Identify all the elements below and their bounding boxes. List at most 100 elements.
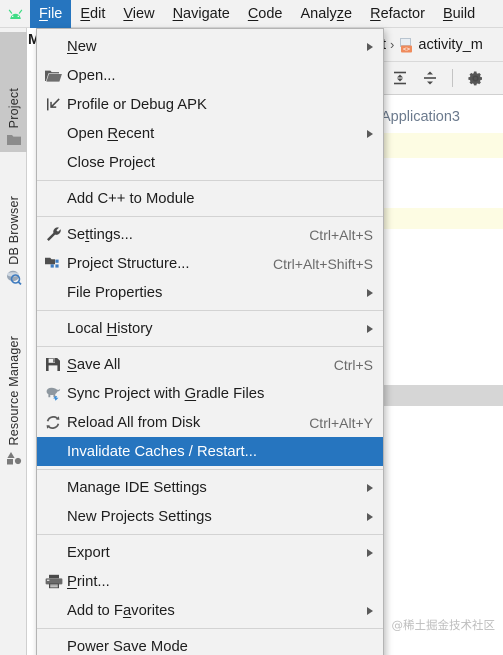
menu-item-file-properties[interactable]: File Properties bbox=[37, 278, 383, 307]
floppy-save-icon bbox=[45, 355, 67, 375]
tool-window-rail: Project DB Browser Resource Manager bbox=[0, 28, 27, 655]
collapse-all-icon[interactable] bbox=[422, 70, 438, 86]
menu-item-open[interactable]: Open... bbox=[37, 61, 383, 90]
menubar-item-refactor[interactable]: Refactor bbox=[361, 0, 434, 28]
menubar-item-build[interactable]: Build bbox=[434, 0, 484, 28]
submenu-arrow-icon bbox=[367, 324, 373, 333]
gear-icon[interactable] bbox=[467, 70, 484, 87]
editor-highlight-band bbox=[383, 208, 503, 229]
menu-item-shortcut: Ctrl+Alt+Shift+S bbox=[273, 255, 373, 272]
folder-icon bbox=[6, 133, 21, 146]
submenu-arrow-icon bbox=[367, 129, 373, 138]
menu-item-icon-placeholder bbox=[45, 478, 67, 498]
sidebar-item-db-browser[interactable]: DB Browser bbox=[0, 156, 27, 291]
menu-item-label: New bbox=[67, 38, 97, 55]
sidebar-item-label: Resource Manager bbox=[6, 336, 21, 446]
menu-item-power-save-mode[interactable]: Power Save Mode bbox=[37, 632, 383, 655]
menu-separator bbox=[37, 310, 383, 311]
menu-item-shortcut: Ctrl+Alt+Y bbox=[309, 414, 373, 431]
menubar-item-edit[interactable]: Edit bbox=[71, 0, 114, 28]
menu-item-icon-placeholder bbox=[45, 601, 67, 621]
menu-item-add-to-favorites[interactable]: Add to Favorites bbox=[37, 596, 383, 625]
menu-item-open-recent[interactable]: Open Recent bbox=[37, 119, 383, 148]
menu-separator bbox=[37, 469, 383, 470]
xml-layout-file-icon: <> bbox=[398, 37, 414, 53]
menubar-item-label: Edit bbox=[80, 5, 106, 22]
menubar-item-label: Navigate bbox=[172, 5, 230, 22]
breadcrumb-file-name: activity_m bbox=[418, 36, 483, 53]
menu-item-save-all[interactable]: Save All Ctrl+S bbox=[37, 350, 383, 379]
menu-item-new[interactable]: New bbox=[37, 32, 383, 61]
menu-item-label: Profile or Debug APK bbox=[67, 96, 207, 113]
menubar-item-navigate[interactable]: Navigate bbox=[164, 0, 239, 28]
menubar-item-file[interactable]: File bbox=[30, 0, 72, 28]
menu-item-sync-project-with-gradle-files[interactable]: Sync Project with Gradle Files bbox=[37, 379, 383, 408]
menu-item-close-project[interactable]: Close Project bbox=[37, 148, 383, 177]
submenu-arrow-icon bbox=[367, 512, 373, 521]
editor-selection-band bbox=[383, 385, 503, 406]
menu-item-label: Export bbox=[67, 544, 110, 561]
menu-item-local-history[interactable]: Local History bbox=[37, 314, 383, 343]
submenu-arrow-icon bbox=[367, 288, 373, 297]
watermark: @稀土掘金技术社区 bbox=[391, 618, 496, 632]
submenu-arrow-icon bbox=[367, 483, 373, 492]
menu-item-profile-or-debug-apk[interactable]: Profile or Debug APK bbox=[37, 90, 383, 119]
menu-item-label: Save All bbox=[67, 356, 121, 373]
menu-item-label: Settings... bbox=[67, 226, 133, 243]
submenu-arrow-icon bbox=[367, 42, 373, 51]
printer-icon bbox=[45, 572, 67, 592]
menu-item-icon-placeholder bbox=[45, 319, 67, 339]
menu-item-label: Add C++ to Module bbox=[67, 190, 195, 207]
menu-item-label: New Projects Settings bbox=[67, 508, 212, 525]
expand-all-icon[interactable] bbox=[392, 70, 408, 86]
menu-item-label: Open... bbox=[67, 67, 116, 84]
open-folder-icon bbox=[45, 66, 67, 86]
menu-separator bbox=[37, 534, 383, 535]
menubar-item-label: Analyze bbox=[300, 5, 353, 22]
menu-item-shortcut: Ctrl+Alt+S bbox=[309, 226, 373, 243]
menubar-item-analyze[interactable]: Analyze bbox=[292, 0, 362, 28]
sidebar-item-label: Project bbox=[6, 87, 21, 128]
menubar-item-label: Refactor bbox=[370, 5, 425, 22]
android-studio-window: Project DB Browser Resource Manager t › … bbox=[0, 0, 503, 655]
file-menu-popup[interactable]: New Open... Profile or Debug APK Open Recen… bbox=[36, 28, 384, 655]
menu-item-manage-ide-settings[interactable]: Manage IDE Settings bbox=[37, 473, 383, 502]
menu-item-icon-placeholder bbox=[45, 543, 67, 563]
submenu-arrow-icon bbox=[367, 548, 373, 557]
menu-item-add-c-to-module[interactable]: Add C++ to Module bbox=[37, 184, 383, 213]
sidebar-item-project[interactable]: Project bbox=[0, 32, 27, 152]
menu-item-label: Local History bbox=[67, 320, 153, 337]
resource-shapes-icon bbox=[6, 451, 22, 465]
menu-item-icon-placeholder bbox=[45, 442, 67, 462]
menubar-item-label: File bbox=[39, 5, 63, 22]
menu-item-label: Project Structure... bbox=[67, 255, 190, 272]
android-robot-icon[interactable] bbox=[0, 0, 30, 28]
menu-item-icon-placeholder bbox=[45, 153, 67, 173]
editor-highlight-band bbox=[383, 133, 503, 158]
menu-item-label: Open Recent bbox=[67, 125, 155, 142]
menu-item-new-projects-settings[interactable]: New Projects Settings bbox=[37, 502, 383, 531]
menu-item-invalidate-caches-restart[interactable]: Invalidate Caches / Restart... bbox=[37, 437, 383, 466]
menu-separator bbox=[37, 216, 383, 217]
menu-item-export[interactable]: Export bbox=[37, 538, 383, 567]
menu-item-icon-placeholder bbox=[45, 507, 67, 527]
editor-area[interactable]: Application3 bbox=[380, 95, 503, 655]
menu-item-label: Invalidate Caches / Restart... bbox=[67, 443, 257, 460]
menu-item-project-structure[interactable]: Project Structure... Ctrl+Alt+Shift+S bbox=[37, 249, 383, 278]
menu-item-label: Power Save Mode bbox=[67, 638, 188, 655]
breadcrumb[interactable]: t › <> activity_m bbox=[380, 28, 503, 62]
menubar-item-code[interactable]: Code bbox=[239, 0, 292, 28]
menu-item-label: Manage IDE Settings bbox=[67, 479, 207, 496]
menu-item-settings[interactable]: Settings... Ctrl+Alt+S bbox=[37, 220, 383, 249]
menu-item-label: Print... bbox=[67, 573, 110, 590]
menubar-item-view[interactable]: View bbox=[114, 0, 163, 28]
menu-item-reload-all-from-disk[interactable]: Reload All from Disk Ctrl+Alt+Y bbox=[37, 408, 383, 437]
menubar-item-label: Build bbox=[442, 5, 476, 22]
sidebar-item-resource-manager[interactable]: Resource Manager bbox=[0, 296, 27, 471]
menu-bar: File Edit View Navigate Code Analyze Refactor B… bbox=[0, 0, 503, 28]
menubar-item-label: View bbox=[123, 5, 155, 22]
menu-item-print[interactable]: Print... bbox=[37, 567, 383, 596]
menu-separator bbox=[37, 346, 383, 347]
sidebar-item-label: DB Browser bbox=[6, 196, 21, 265]
menu-item-label: Sync Project with Gradle Files bbox=[67, 385, 265, 402]
